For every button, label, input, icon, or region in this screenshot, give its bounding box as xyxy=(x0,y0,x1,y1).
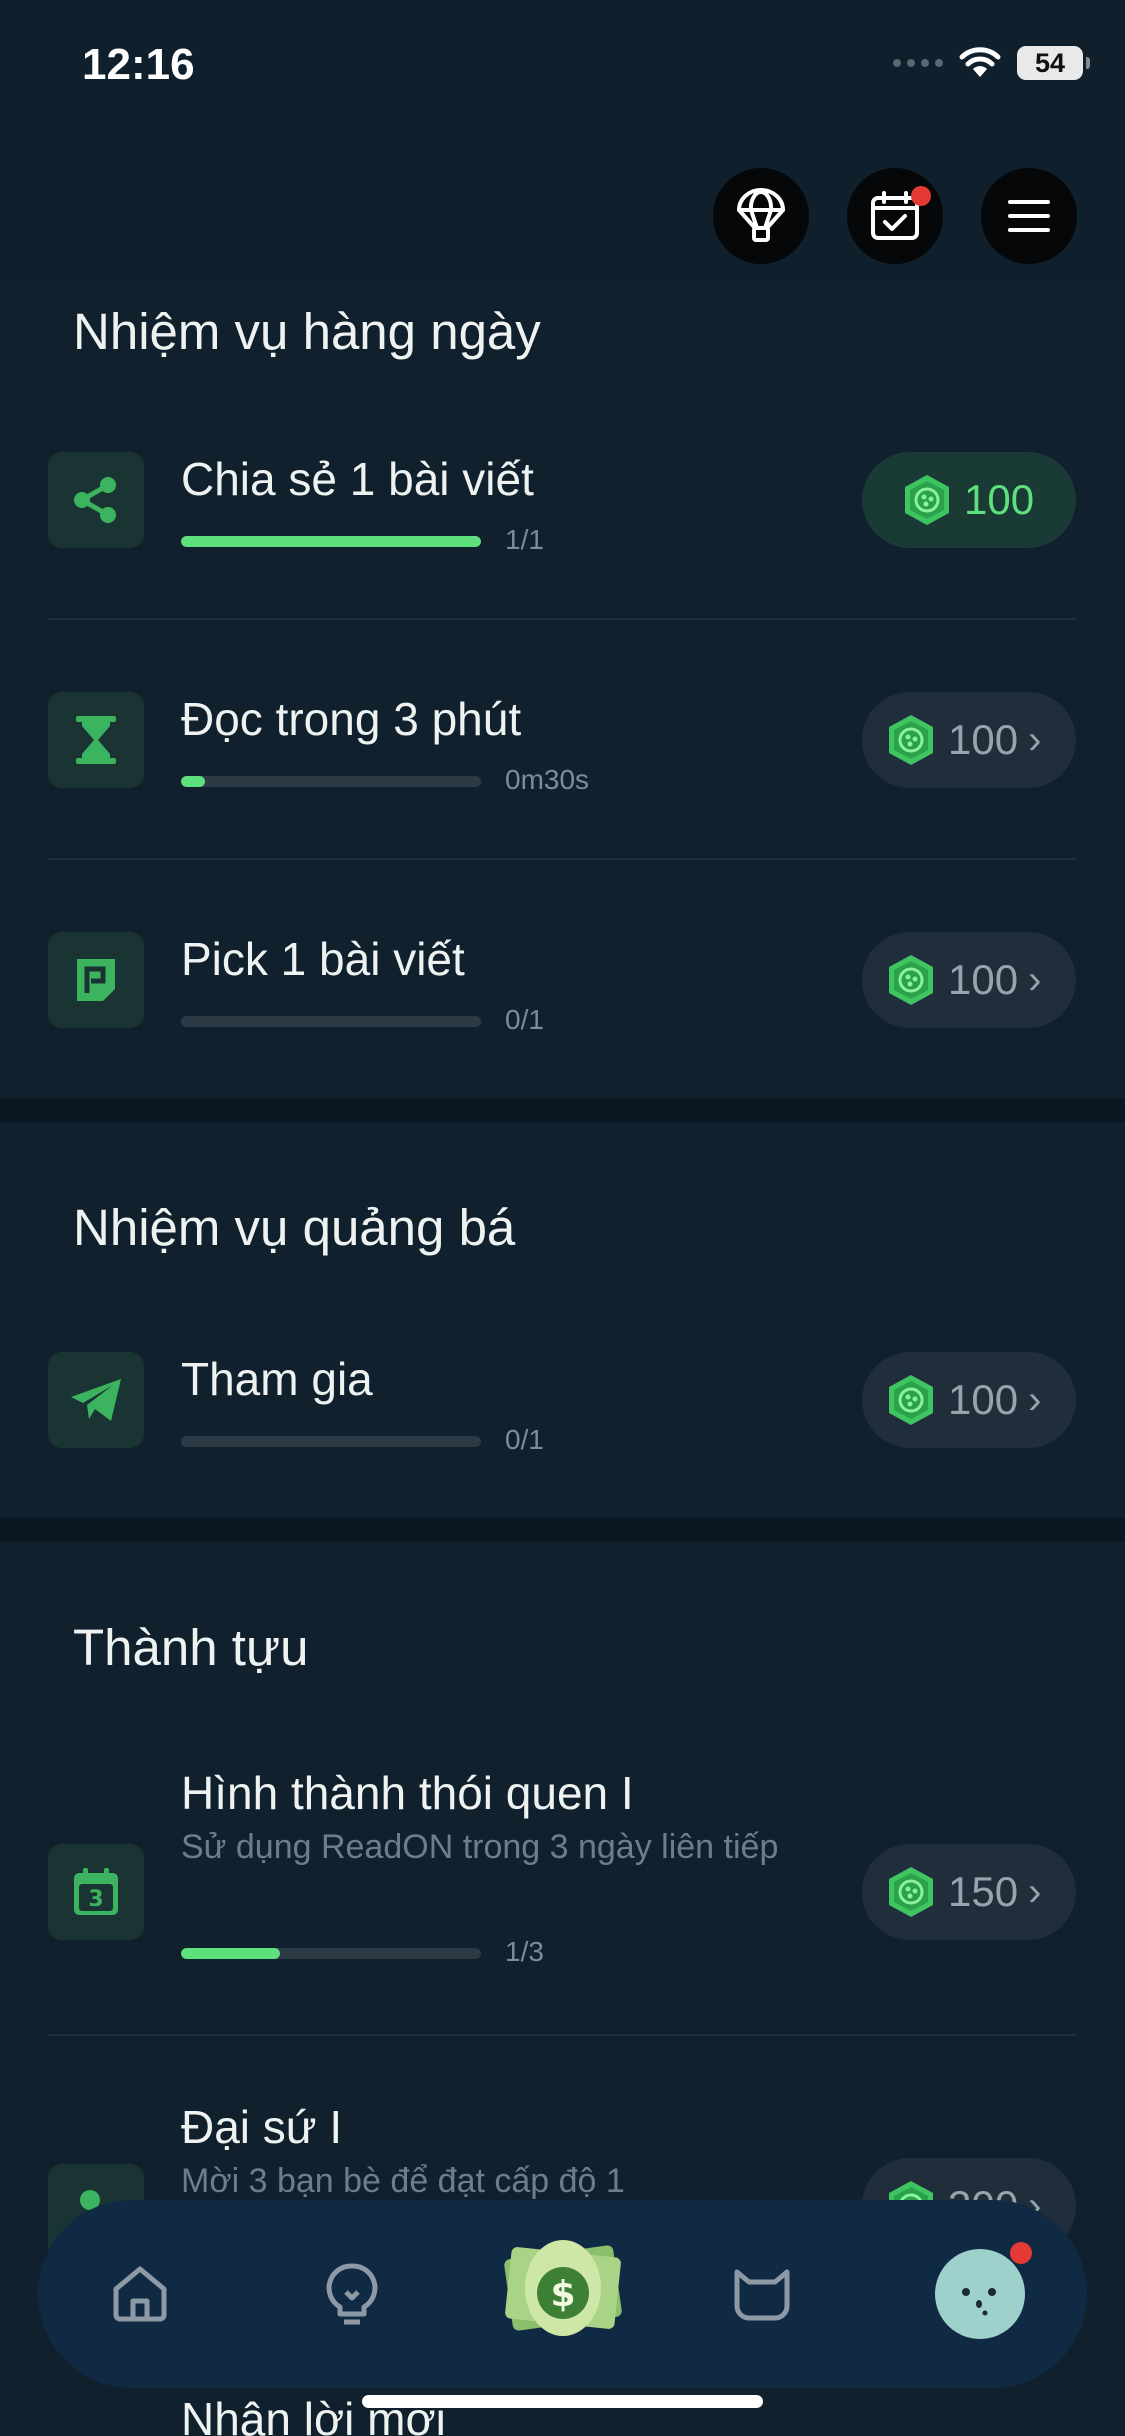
nav-profile[interactable] xyxy=(934,2242,1032,2340)
chevron-right-icon: › xyxy=(1028,957,1042,1002)
nav-ideas[interactable] xyxy=(302,2244,402,2344)
hourglass-icon xyxy=(76,716,116,764)
task-progress-text: 0m30s xyxy=(505,764,590,795)
coin-icon xyxy=(889,1867,933,1917)
task-title: Tham gia xyxy=(181,1353,373,1405)
coin-icon xyxy=(905,475,949,525)
task-subtitle: Mời 3 bạn bè để đạt cấp độ 1 xyxy=(181,2162,625,2200)
svg-text:$: $ xyxy=(550,2274,575,2315)
task-read-3-minutes[interactable]: Đọc trong 3 phút 0m30s 100 › xyxy=(48,692,1076,836)
reward-claim-button[interactable]: 100 xyxy=(862,452,1076,548)
chevron-right-icon: › xyxy=(1028,1377,1042,1422)
reward-value: 100 xyxy=(948,956,1019,1003)
task-progress-text: 0/1 xyxy=(505,1424,544,1455)
progress-fill xyxy=(181,776,205,787)
nav-home[interactable] xyxy=(90,2244,190,2344)
chevron-right-icon: › xyxy=(1028,717,1042,762)
wifi-icon xyxy=(959,47,1001,77)
lightbulb-icon xyxy=(326,2263,378,2325)
task-icon xyxy=(48,1352,144,1448)
avatar xyxy=(935,2249,1025,2339)
reward-button[interactable]: 100 › xyxy=(862,932,1076,1028)
coin-icon xyxy=(889,715,933,765)
task-icon: 3 xyxy=(48,1844,144,1940)
home-icon xyxy=(113,2266,167,2322)
section-title: Nhiệm vụ quảng bá xyxy=(73,1199,516,1256)
menu-button[interactable] xyxy=(981,168,1077,264)
parachute-icon xyxy=(737,188,785,242)
task-share-post[interactable]: Chia sẻ 1 bài viết 1/1 100 xyxy=(48,452,1076,596)
divider xyxy=(48,2034,1076,2036)
cellular-signal-icon xyxy=(893,59,943,67)
chevron-right-icon: › xyxy=(1028,1869,1042,1914)
money-icon: $ xyxy=(504,2240,622,2336)
reward-value: 150 xyxy=(948,1868,1019,1915)
task-progress-bar xyxy=(181,1016,481,1027)
cat-icon xyxy=(734,2269,790,2321)
divider xyxy=(48,618,1076,620)
task-title: Hình thành thói quen I xyxy=(181,1767,634,1819)
status-indicators: 54 xyxy=(893,46,1090,80)
parachute-button[interactable] xyxy=(713,168,809,264)
task-progress-text: 1/1 xyxy=(505,524,544,555)
telegram-icon xyxy=(71,1379,121,1421)
status-bar: 12:16 54 xyxy=(0,0,1125,140)
reward-value: 100 xyxy=(948,1376,1019,1423)
reward-value: 100 xyxy=(948,716,1019,763)
nav-rewards[interactable]: $ xyxy=(500,2218,626,2358)
task-join[interactable]: Tham gia 0/1 100 › xyxy=(48,1352,1076,1496)
pick-icon xyxy=(77,959,115,1001)
divider xyxy=(48,858,1076,860)
svg-text:3: 3 xyxy=(88,1887,103,1912)
home-indicator xyxy=(362,2395,763,2408)
task-pick-post[interactable]: Pick 1 bài viết 0/1 100 › xyxy=(48,932,1076,1076)
task-subtitle: Sử dụng ReadON trong 3 ngày liên tiếp xyxy=(181,1828,779,1866)
progress-fill xyxy=(181,1948,280,1959)
section-title: Thành tựu xyxy=(73,1619,309,1676)
reward-button[interactable]: 150 › xyxy=(862,1844,1076,1940)
section-divider xyxy=(0,1518,1125,1542)
notification-dot xyxy=(911,186,931,206)
coin-icon xyxy=(889,1375,933,1425)
task-progress-bar xyxy=(181,1948,481,1959)
task-icon xyxy=(48,932,144,1028)
daily-tasks-section: Nhiệm vụ hàng ngày Chia sẻ 1 bài viết 1/… xyxy=(0,280,1125,1098)
task-progress-bar xyxy=(181,776,481,787)
menu-icon xyxy=(1008,200,1050,232)
calendar-3-icon: 3 xyxy=(74,1868,118,1915)
task-title: Pick 1 bài viết xyxy=(181,933,465,985)
coin-icon xyxy=(889,955,933,1005)
notification-dot xyxy=(1010,2242,1032,2264)
task-progress-bar xyxy=(181,536,481,547)
section-divider xyxy=(0,1098,1125,1122)
promo-tasks-section: Nhiệm vụ quảng bá Tham gia 0/1 100 › xyxy=(0,1122,1125,1518)
reward-value: 100 xyxy=(964,476,1035,523)
nav-pets[interactable] xyxy=(712,2244,812,2344)
task-progress-bar xyxy=(181,1436,481,1447)
bottom-nav: $ xyxy=(38,2200,1087,2388)
battery-indicator: 54 xyxy=(1017,46,1090,80)
task-icon xyxy=(48,452,144,548)
task-icon xyxy=(48,692,144,788)
section-title: Nhiệm vụ hàng ngày xyxy=(73,303,541,360)
reward-button[interactable]: 100 › xyxy=(862,692,1076,788)
top-actions xyxy=(713,168,1077,264)
reward-button[interactable]: 100 › xyxy=(862,1352,1076,1448)
task-habit-1[interactable]: 3 Hình thành thói quen I Sử dụng ReadON … xyxy=(48,1766,1076,2006)
task-title: Chia sẻ 1 bài viết xyxy=(181,453,534,505)
task-title: Đại sứ I xyxy=(181,2101,343,2153)
progress-fill xyxy=(181,536,481,547)
status-time: 12:16 xyxy=(82,40,195,89)
task-progress-text: 1/3 xyxy=(505,1936,544,1967)
task-progress-text: 0/1 xyxy=(505,1004,544,1035)
daily-checkin-button[interactable] xyxy=(847,168,943,264)
share-icon xyxy=(74,477,116,523)
task-title: Đọc trong 3 phút xyxy=(181,693,522,745)
